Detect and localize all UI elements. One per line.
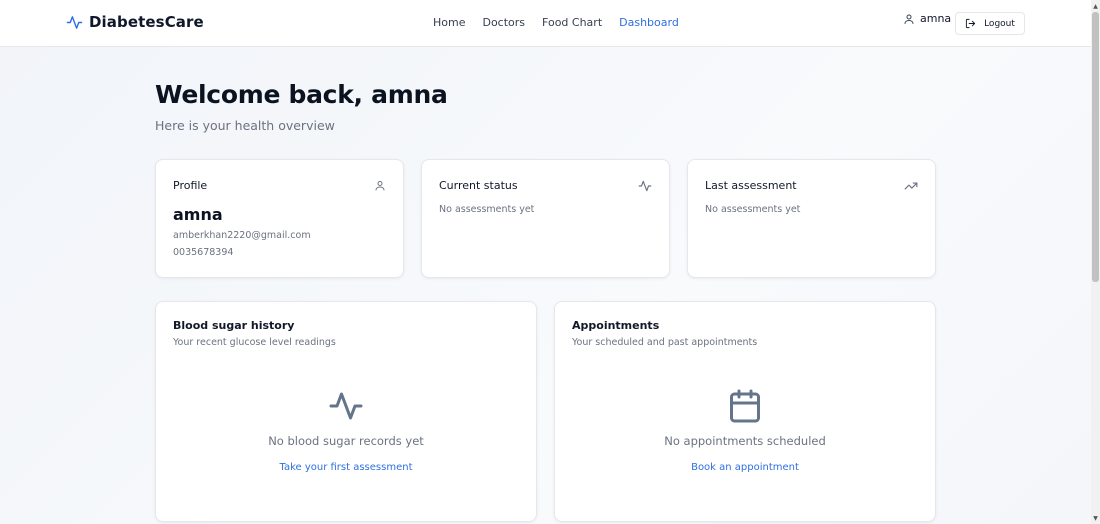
brand-logo[interactable]: DiabetesCare [66, 13, 204, 31]
activity-icon [329, 392, 363, 420]
appointments-subtitle: Your scheduled and past appointments [572, 337, 758, 348]
appointments-title: Appointments [572, 319, 660, 332]
activity-icon [66, 15, 83, 29]
profile-card-title: Profile [173, 179, 208, 192]
current-status-card: Current status No assessments yet [421, 159, 670, 278]
appointments-empty-text: No appointments scheduled [664, 434, 826, 448]
profile-email: amberkhan2220@gmail.com [173, 230, 311, 241]
book-appointment-link[interactable]: Book an appointment [691, 462, 799, 473]
user-icon [904, 14, 914, 24]
last-assessment-title: Last assessment [705, 179, 797, 192]
appointments-card: Appointments Your scheduled and past app… [554, 301, 936, 522]
nav-link-doctors[interactable]: Doctors [482, 16, 525, 29]
page-title: Welcome back, amna [155, 80, 448, 109]
vertical-scrollbar[interactable]: ▲ ▼ [1091, 0, 1100, 524]
user-menu[interactable]: amna [903, 12, 951, 25]
activity-icon [638, 180, 652, 192]
calendar-icon [730, 389, 760, 423]
nav-link-dashboard[interactable]: Dashboard [619, 16, 679, 29]
take-assessment-link[interactable]: Take your first assessment [279, 462, 412, 473]
profile-card: Profile amna amberkhan2220@gmail.com 003… [155, 159, 404, 278]
top-navbar: DiabetesCare Home Doctors Food Chart Das… [0, 0, 1091, 47]
current-status-title: Current status [439, 179, 518, 192]
appointments-empty-state: No appointments scheduled Book an appoin… [555, 388, 935, 473]
current-status-text: No assessments yet [439, 204, 535, 215]
page: DiabetesCare Home Doctors Food Chart Das… [0, 0, 1091, 524]
brand-name: DiabetesCare [89, 13, 204, 31]
blood-sugar-subtitle: Your recent glucose level readings [173, 337, 336, 348]
logout-label: Logout [984, 18, 1015, 29]
blood-sugar-empty-state: No blood sugar records yet Take your fir… [156, 388, 536, 473]
profile-name: amna [173, 205, 223, 224]
user-icon [375, 181, 385, 191]
nav-links: Home Doctors Food Chart Dashboard [433, 16, 696, 29]
trending-up-icon [904, 182, 918, 190]
last-assessment-text: No assessments yet [705, 204, 801, 215]
nav-link-home[interactable]: Home [433, 16, 465, 29]
scroll-thumb[interactable] [1092, 12, 1099, 282]
user-name: amna [920, 12, 952, 25]
last-assessment-card: Last assessment No assessments yet [687, 159, 936, 278]
blood-sugar-title: Blood sugar history [173, 319, 295, 332]
scroll-down-arrow[interactable]: ▼ [1092, 514, 1099, 522]
logout-icon [965, 18, 976, 29]
scroll-up-arrow[interactable]: ▲ [1092, 2, 1099, 10]
logout-button[interactable]: Logout [955, 12, 1025, 35]
nav-link-food-chart[interactable]: Food Chart [542, 16, 602, 29]
blood-sugar-card: Blood sugar history Your recent glucose … [155, 301, 537, 522]
blood-sugar-empty-text: No blood sugar records yet [268, 434, 424, 448]
page-subtitle: Here is your health overview [155, 118, 335, 133]
profile-phone: 0035678394 [173, 247, 234, 258]
